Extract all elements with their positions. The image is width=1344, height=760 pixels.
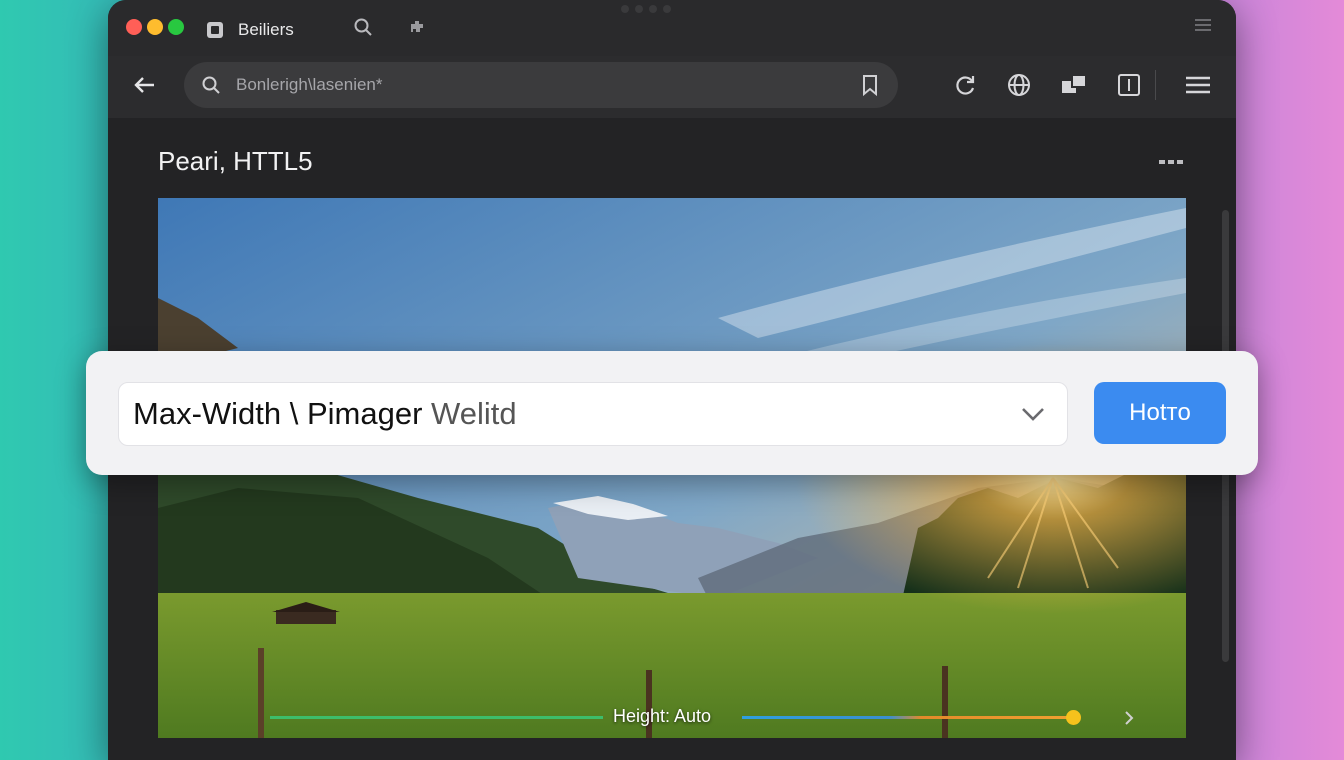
tab-search-icon[interactable] [352, 16, 374, 38]
reader-icon[interactable] [1116, 72, 1142, 98]
refresh-icon[interactable] [953, 72, 979, 98]
height-slider-thumb[interactable] [1066, 710, 1081, 725]
minimize-window-button[interactable] [147, 19, 163, 35]
toolbar-divider [1155, 70, 1156, 100]
height-slider-label: Height: Auto [613, 706, 712, 726]
max-width-dropdown[interactable]: Max-Width \ Pimager Welitd [118, 382, 1068, 446]
window-drag-handle[interactable] [621, 5, 681, 13]
extension-icon[interactable] [406, 16, 428, 38]
dropdown-value-bold: Max-Width \ Pimager [133, 396, 423, 431]
height-slider-track-left[interactable] [270, 716, 603, 719]
browser-toolbar [108, 56, 1236, 118]
bookmark-icon[interactable] [858, 73, 882, 97]
tab-favicon-icon [204, 19, 226, 41]
back-arrow-icon[interactable] [130, 70, 160, 100]
dropdown-value-light: Welitd [431, 396, 517, 431]
tab-list-icon[interactable] [1192, 14, 1214, 36]
image-size-panel: Max-Width \ Pimager Welitd Hotтo [86, 351, 1258, 475]
page-title: Peari, HTTL5 [158, 146, 313, 176]
maximize-window-button[interactable] [168, 19, 184, 35]
address-input[interactable] [234, 74, 838, 96]
menu-icon[interactable] [1184, 72, 1210, 98]
globe-icon[interactable] [1006, 72, 1032, 98]
height-slider-track-right[interactable] [742, 716, 1068, 719]
address-bar[interactable] [184, 62, 898, 108]
dropdown-value: Max-Width \ Pimager Welitd [133, 396, 517, 432]
chevron-down-icon[interactable] [1019, 402, 1047, 426]
more-icon[interactable] [1158, 154, 1184, 164]
chevron-right-icon[interactable] [1122, 709, 1136, 727]
close-window-button[interactable] [126, 19, 142, 35]
tab-title: Beiliers [238, 20, 294, 39]
search-icon [200, 74, 222, 96]
apply-button[interactable]: Hotтo [1094, 382, 1226, 444]
tab-bar: Beiliers [108, 0, 1236, 56]
share-icon[interactable] [1060, 72, 1087, 98]
